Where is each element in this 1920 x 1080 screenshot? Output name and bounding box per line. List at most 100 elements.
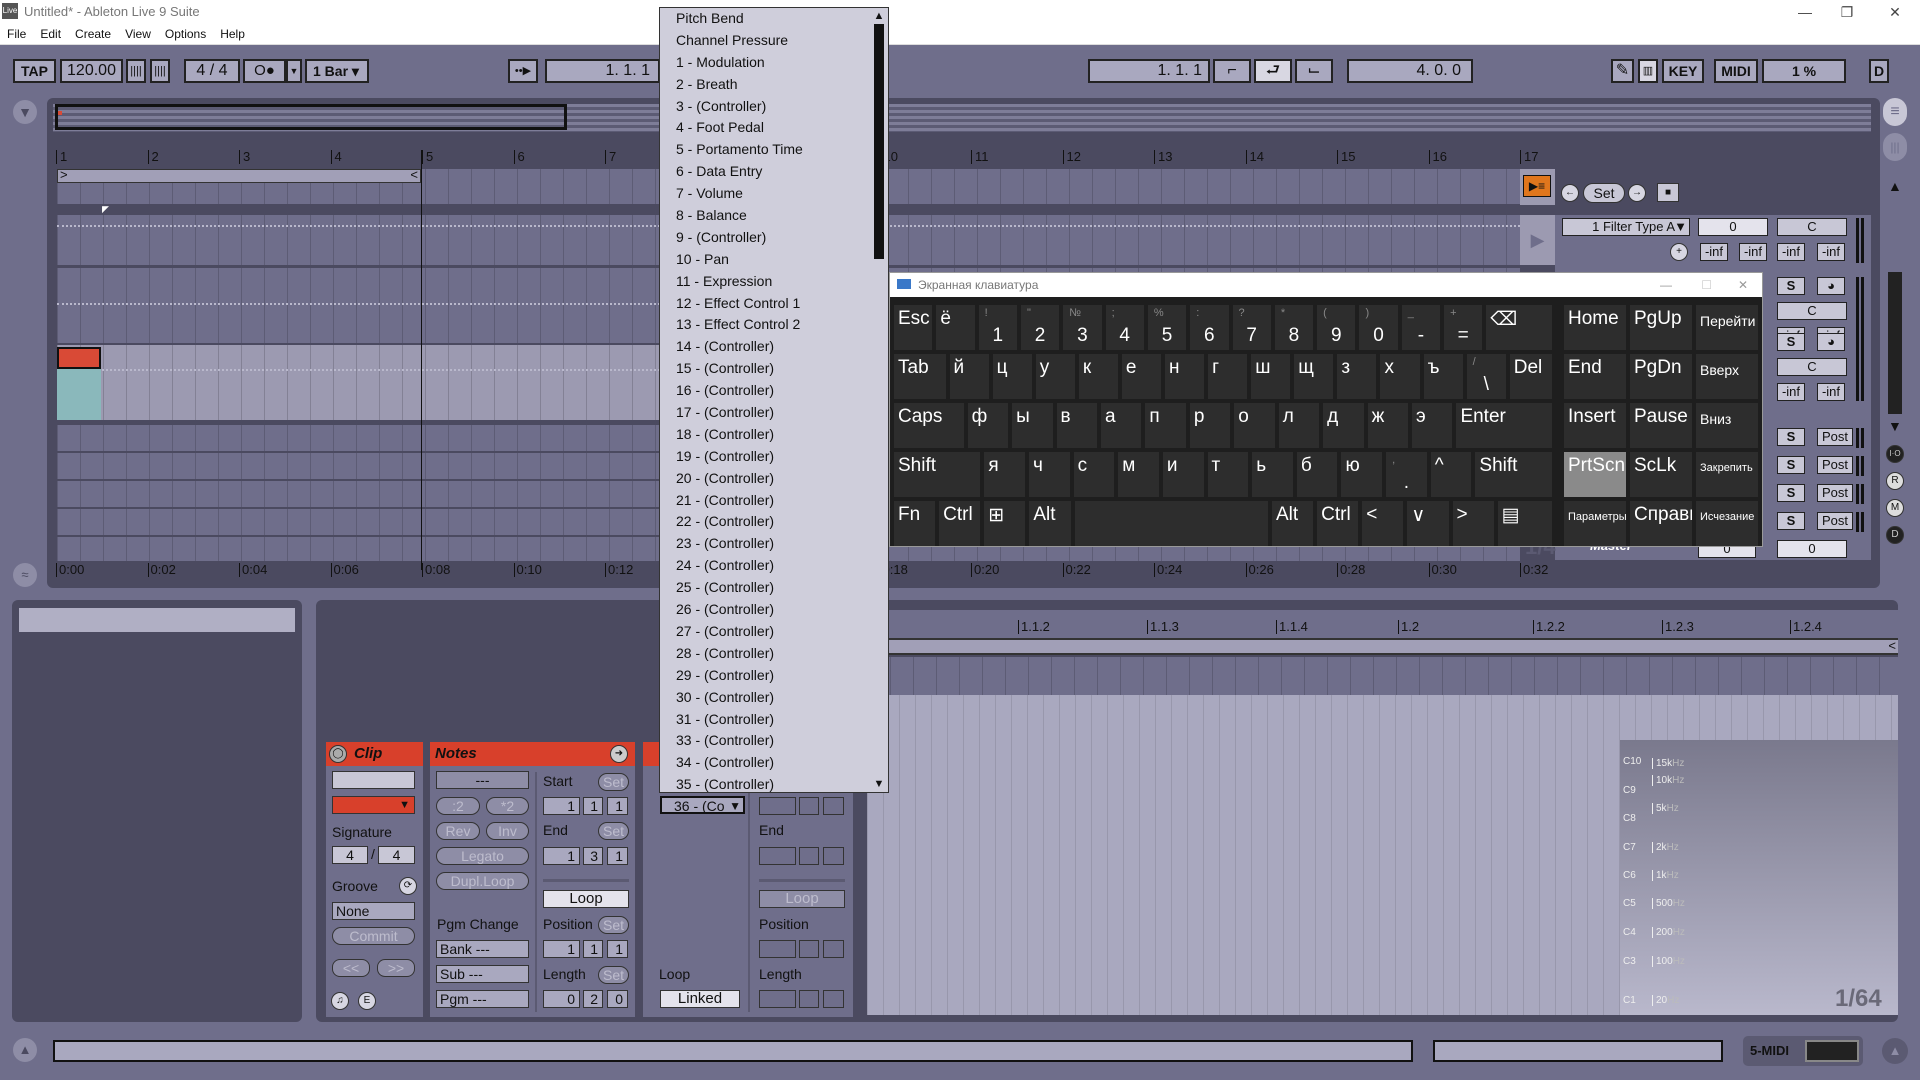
menu-create[interactable]: Create <box>68 24 118 44</box>
key-ч[interactable]: ч <box>1028 452 1070 497</box>
clip-loop-brace[interactable]: < <box>867 638 1898 655</box>
key-home[interactable]: Home <box>1564 305 1626 350</box>
scroll-up-icon[interactable]: ▲ <box>1888 178 1902 194</box>
key-Enter[interactable]: Enter <box>1456 403 1553 448</box>
close-button[interactable]: ✕ <box>1875 0 1915 24</box>
start-set-button[interactable]: Set <box>598 773 629 791</box>
key-Tab[interactable]: Tab <box>894 354 946 399</box>
selected-track-indicator[interactable]: 5-MIDI <box>1743 1036 1863 1066</box>
dropdown-item[interactable]: 25 - (Controller) <box>660 577 888 599</box>
key-ы[interactable]: ы <box>1012 403 1053 448</box>
set-locator-button[interactable]: Set <box>1583 183 1625 203</box>
solo-button[interactable]: S <box>1777 456 1805 474</box>
halve-button[interactable]: :2 <box>436 797 480 815</box>
key-п[interactable]: п <box>1145 403 1186 448</box>
key-ф[interactable]: ф <box>967 403 1009 448</box>
key-7[interactable]: ? 7 <box>1232 305 1271 350</box>
legato-button[interactable]: Legato <box>436 847 529 865</box>
solo-button[interactable]: S <box>1777 428 1805 446</box>
key-вверх[interactable]: Вверх <box>1696 354 1758 399</box>
notes-expand-button[interactable]: ➜ <box>610 745 628 763</box>
dropdown-item[interactable]: 19 - (Controller) <box>660 446 888 468</box>
dropdown-item[interactable]: 8 - Balance <box>660 205 888 227</box>
scroll-down-icon[interactable]: ▼ <box>872 778 886 790</box>
key-space[interactable] <box>1074 501 1268 546</box>
track-pan-field[interactable]: C <box>1777 218 1847 236</box>
prev-locator-button[interactable]: ← <box>1561 184 1579 202</box>
dropdown-item[interactable]: Pitch Bend <box>660 8 888 30</box>
loop-toggle[interactable]: Loop <box>543 890 629 908</box>
end-field[interactable]: 1 <box>543 847 580 865</box>
automation-toggle[interactable]: ≈ <box>13 563 37 587</box>
computer-midi-keyboard-button[interactable]: ▥ <box>1638 59 1658 83</box>
key-перейти[interactable]: Перейти <box>1696 305 1758 350</box>
key-г[interactable]: г <box>1208 354 1248 399</box>
punch-in-button[interactable]: ⌐ <box>1213 59 1251 83</box>
commit-button[interactable]: Commit <box>332 927 415 945</box>
env-loop-toggle[interactable]: Loop <box>759 890 845 908</box>
env-position-field[interactable] <box>823 940 844 958</box>
key-о[interactable]: о <box>1234 403 1275 448</box>
notes-field[interactable]: --- <box>436 771 529 789</box>
osk-close-button[interactable]: ✕ <box>1738 273 1748 297</box>
env-start-field[interactable] <box>759 797 796 815</box>
overview-viewport[interactable] <box>55 104 567 130</box>
clip-name-field[interactable] <box>332 771 415 789</box>
key-Del[interactable]: Del <box>1509 354 1552 399</box>
key-Shift[interactable]: Shift <box>894 452 981 497</box>
key-й[interactable]: й <box>949 354 989 399</box>
length-field[interactable]: 2 <box>583 990 603 1008</box>
env-start-field[interactable] <box>799 797 819 815</box>
pre-post-toggle[interactable]: Post <box>1817 428 1853 446</box>
dropdown-item[interactable]: 29 - (Controller) <box>660 665 888 687</box>
dropdown-item[interactable]: 21 - (Controller) <box>660 490 888 512</box>
key-5[interactable]: % 5 <box>1147 305 1187 350</box>
dropdown-item[interactable]: 10 - Pan <box>660 249 888 271</box>
metronome-dropdown-icon[interactable]: ▼ <box>286 59 302 83</box>
menu-options[interactable]: Options <box>158 24 213 44</box>
start-field[interactable]: 1 <box>543 797 580 815</box>
nudge-down-button[interactable]: |||| <box>126 59 146 83</box>
key-2[interactable]: " 2 <box>1020 305 1060 350</box>
key-и[interactable]: и <box>1162 452 1204 497</box>
time-signature-field[interactable]: 4 / 4 <box>184 59 240 83</box>
dropdown-item[interactable]: 23 - (Controller) <box>660 533 888 555</box>
dropdown-item[interactable]: 3 - (Controller) <box>660 96 888 118</box>
arrangement-view-button[interactable]: ||| <box>1883 133 1907 161</box>
pan-field[interactable]: C <box>1777 358 1847 376</box>
key-вниз[interactable]: Вниз <box>1696 403 1758 448</box>
dropdown-item[interactable]: 9 - (Controller) <box>660 227 888 249</box>
key-Alt[interactable]: Alt <box>1029 501 1071 546</box>
song-position-field[interactable]: 1. 1. 1 <box>545 59 660 83</box>
loop-brace[interactable]: > < <box>57 167 421 183</box>
position-set-button[interactable]: Set <box>598 916 629 934</box>
dropdown-item[interactable]: 5 - Portamento Time <box>660 139 888 161</box>
key-Esc[interactable]: Esc <box>894 305 933 350</box>
dropdown-item[interactable]: 17 - (Controller) <box>660 402 888 424</box>
dropdown-item[interactable]: 13 - Effect Control 2 <box>660 314 888 336</box>
reverse-button[interactable]: Rev <box>436 822 480 840</box>
bank-field[interactable]: Bank --- <box>436 940 529 958</box>
menu-view[interactable]: View <box>118 24 158 44</box>
tap-button[interactable]: TAP <box>13 59 56 83</box>
key-3[interactable]: № 3 <box>1063 305 1102 350</box>
key-sclk[interactable]: ScLk <box>1630 452 1692 497</box>
loop-length-field[interactable]: 4. 0. 0 <box>1347 59 1473 83</box>
minimize-button[interactable]: — <box>1785 0 1825 24</box>
solo-button[interactable]: S <box>1777 333 1805 351</box>
scrollbar-thumb[interactable] <box>874 24 884 259</box>
session-view-button[interactable]: ≡ <box>1883 98 1907 126</box>
dropdown-item[interactable]: 34 - (Controller) <box>660 752 888 774</box>
env-end-field[interactable] <box>799 847 819 865</box>
arm-button[interactable]: ◕ <box>1817 333 1845 351</box>
pre-post-toggle[interactable]: Post <box>1817 456 1853 474</box>
next-clip-button[interactable]: >> <box>377 959 415 977</box>
quantize-dropdown[interactable]: 1 Bar ▾ <box>305 59 369 83</box>
scroll-down-icon[interactable]: ▼ <box>1888 418 1902 434</box>
track-volume-field[interactable]: 0 <box>1698 218 1768 236</box>
clip-marker-lane[interactable] <box>867 657 1898 695</box>
solo-button[interactable]: S <box>1777 277 1805 295</box>
key-Alt[interactable]: Alt <box>1272 501 1314 546</box>
arrangement-record-button[interactable]: ▶≡ <box>1523 175 1551 197</box>
clip-color-dropdown[interactable]: ▼ <box>332 796 415 814</box>
